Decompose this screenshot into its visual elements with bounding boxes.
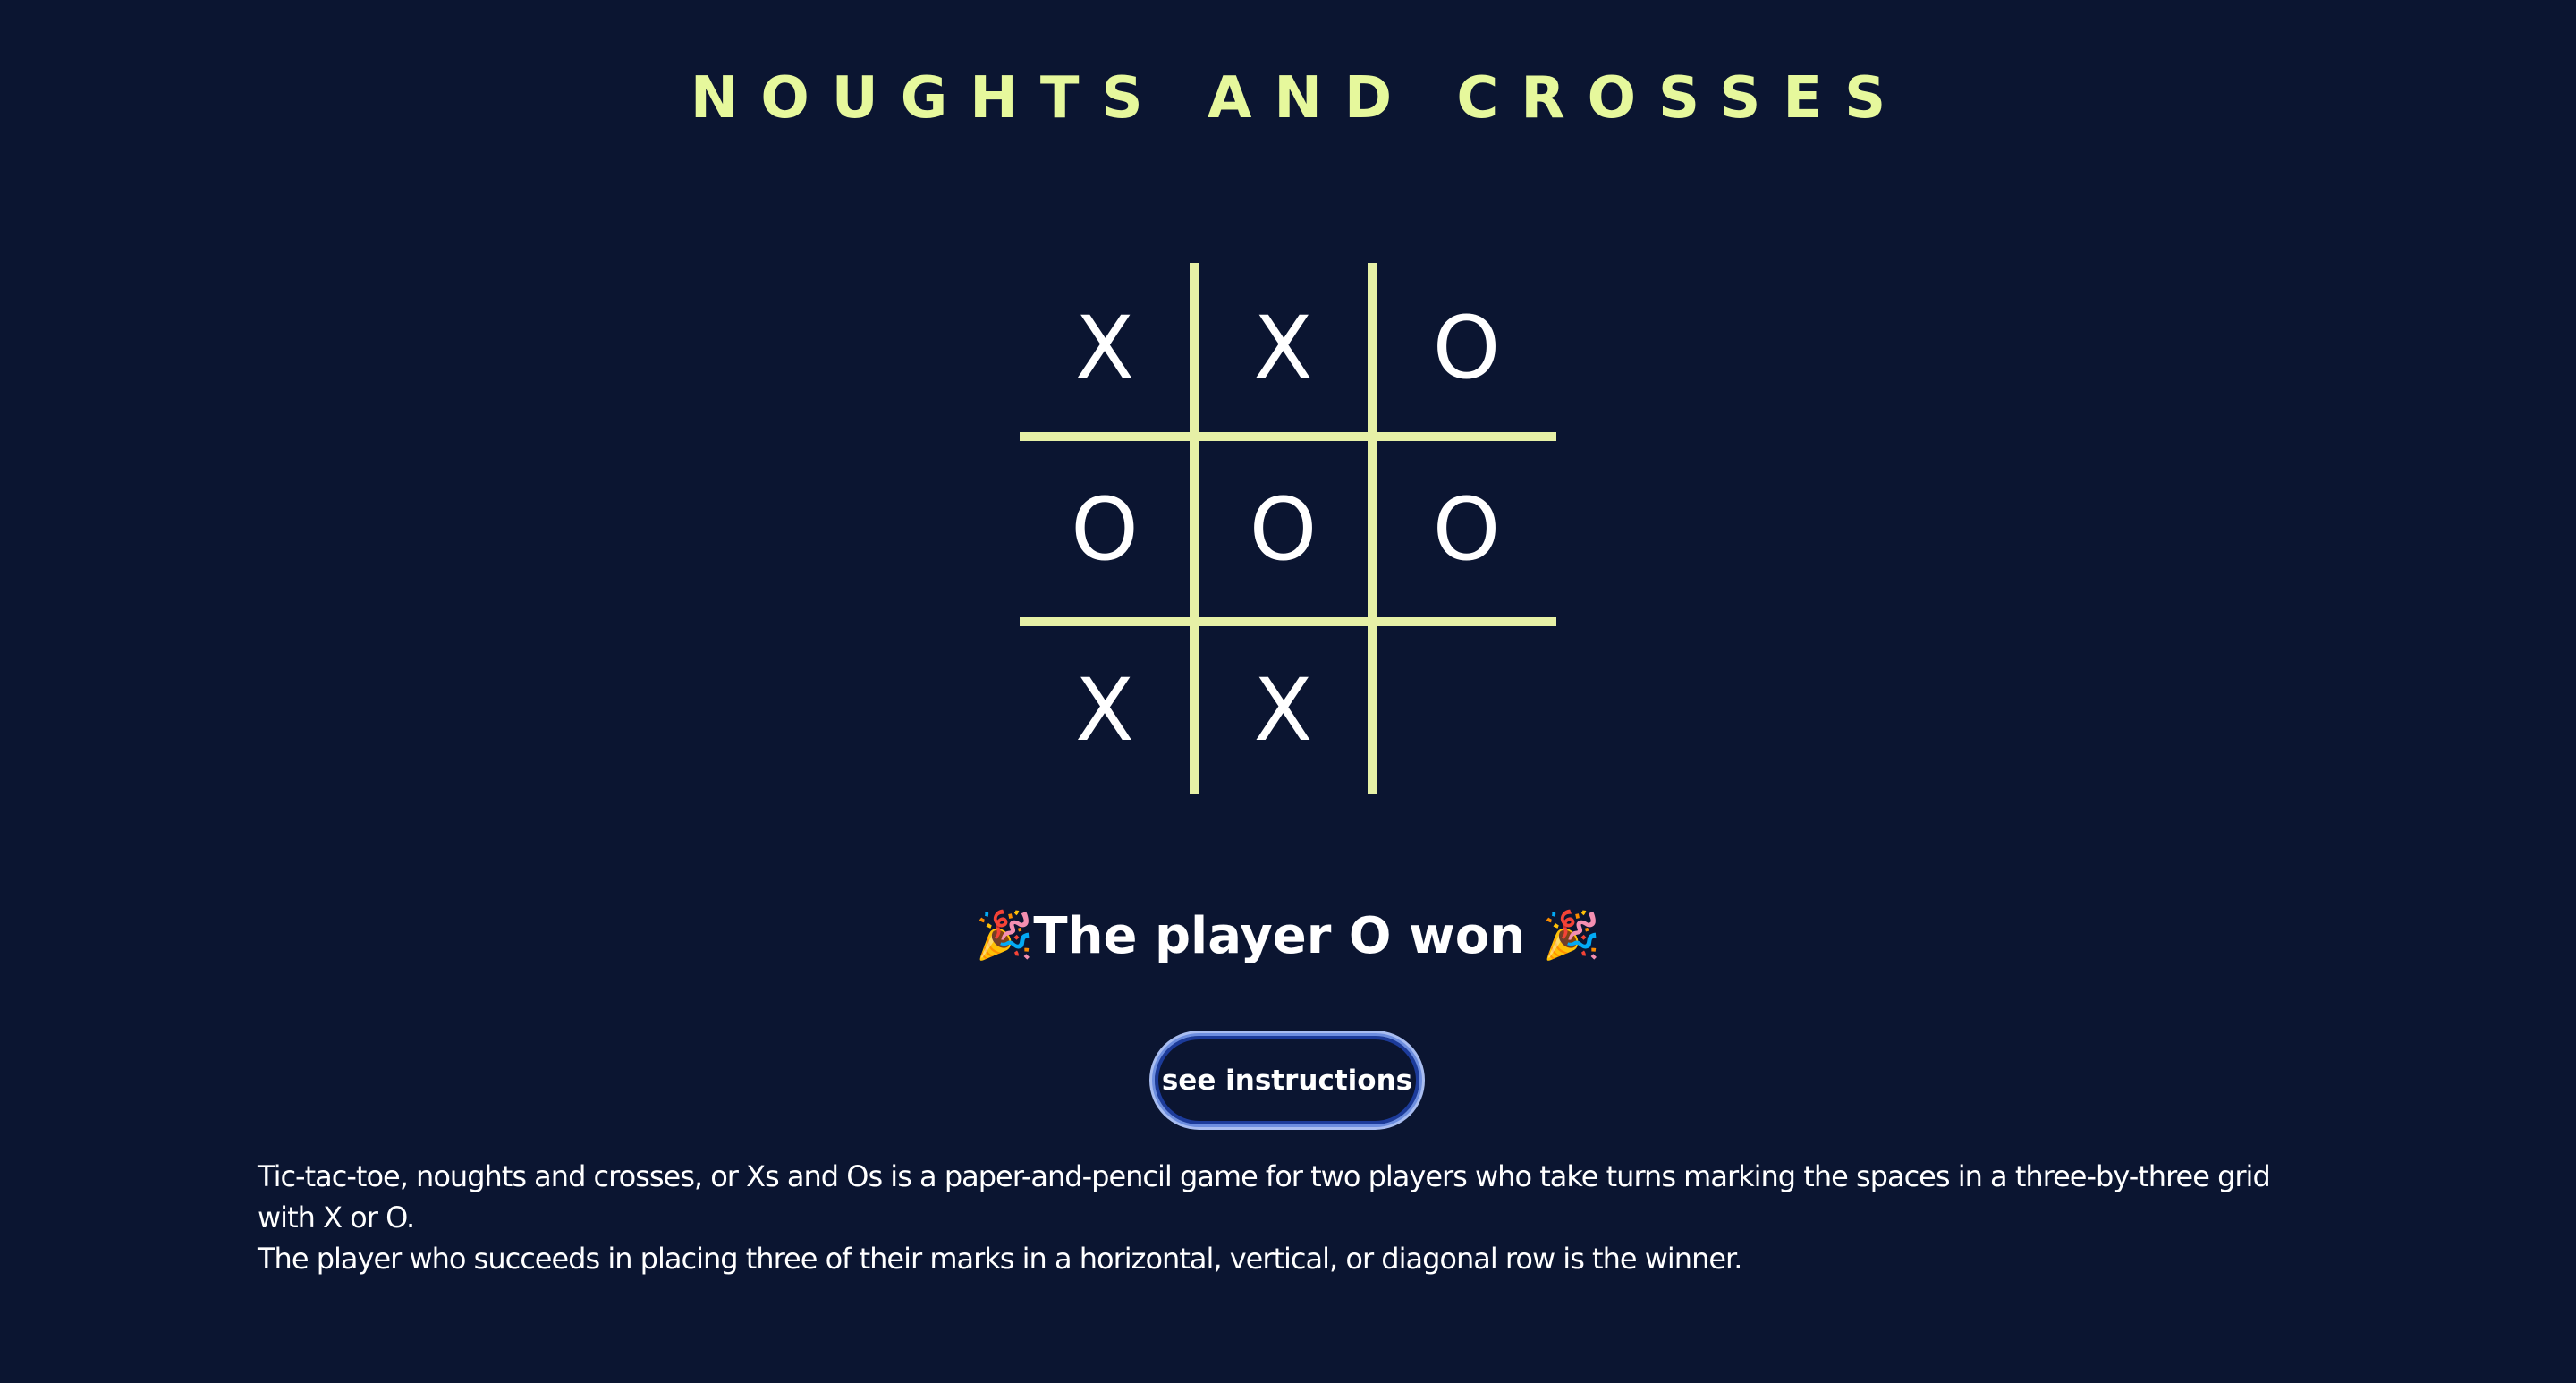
party-popper-icon: 🎉 (1542, 909, 1601, 963)
board-cell-7[interactable]: X (1020, 626, 1190, 794)
page-title: Noughts and Crosses (690, 65, 1909, 132)
game-status: 🎉The player O won 🎉 (0, 900, 2576, 972)
board-cell-9[interactable] (1377, 626, 1556, 794)
grid-line-vertical-1 (1190, 263, 1199, 794)
game-description: Tic-tac-toe, noughts and crosses, or Xs … (258, 1156, 2333, 1279)
game-board: X X O O O O X X (1020, 263, 1556, 794)
description-line-1: Tic-tac-toe, noughts and crosses, or Xs … (258, 1159, 2271, 1235)
board-cell-4[interactable]: O (1020, 441, 1190, 617)
board-cell-3[interactable]: O (1377, 263, 1556, 432)
board-cell-5[interactable]: O (1199, 441, 1368, 617)
grid-line-vertical-2 (1368, 263, 1377, 794)
grid-line-horizontal-2 (1020, 617, 1556, 626)
see-instructions-button[interactable]: see instructions (1152, 1033, 1422, 1127)
party-popper-icon: 🎉 (975, 909, 1034, 963)
see-instructions-label: see instructions (1161, 1064, 1413, 1097)
description-line-2: The player who succeeds in placing three… (258, 1242, 1742, 1276)
board-cell-2[interactable]: X (1199, 263, 1368, 432)
board-cell-8[interactable]: X (1199, 626, 1368, 794)
board-cell-1[interactable]: X (1020, 263, 1190, 432)
board-cell-6[interactable]: O (1377, 441, 1556, 617)
grid-line-horizontal-1 (1020, 432, 1556, 441)
status-text: The player O won (1033, 907, 1526, 965)
